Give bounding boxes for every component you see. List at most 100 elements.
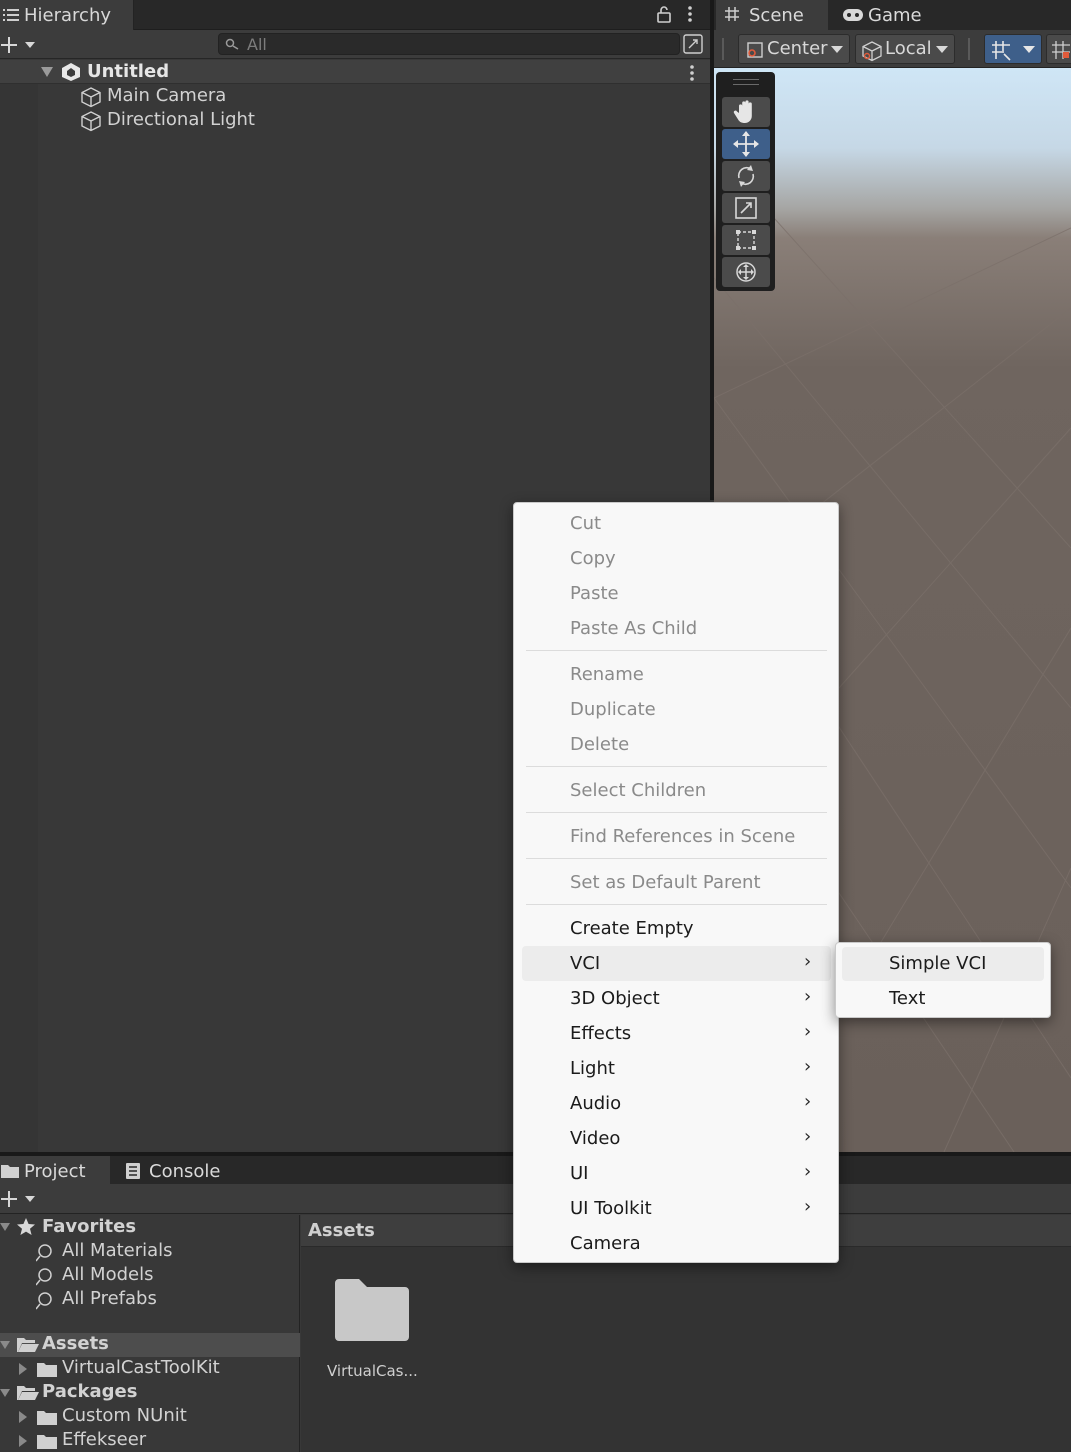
menu-item-ui[interactable]: UI	[570, 1163, 588, 1184]
expand-arrow-icon[interactable]	[18, 1363, 28, 1375]
chevron-right-icon: ›	[804, 1161, 812, 1182]
object-label: Main Camera	[107, 85, 227, 106]
list-item[interactable]: Effekseer	[18, 1429, 300, 1452]
list-item[interactable]: All Models	[36, 1264, 296, 1288]
pivot-rotation-dropdown[interactable]: Local	[855, 34, 955, 64]
menu-separator	[526, 766, 827, 767]
menu-separator	[526, 650, 827, 651]
tab-scene[interactable]: Scene	[716, 0, 828, 30]
tab-game[interactable]: Game	[836, 0, 936, 30]
menu-item-3d-object[interactable]: 3D Object	[570, 988, 660, 1009]
search-mode-icon[interactable]	[683, 34, 703, 54]
transform-tool-icon[interactable]	[722, 257, 770, 287]
favorite-label: All Materials	[62, 1240, 173, 1261]
asset-item[interactable]: VirtualCas...	[322, 1272, 422, 1384]
tab-console-label: Console	[149, 1161, 221, 1182]
assets-folder-row[interactable]: Assets	[0, 1333, 300, 1357]
submenu-item-simple-vci[interactable]: Simple VCI	[889, 953, 986, 974]
chevron-right-icon: ›	[804, 1056, 812, 1077]
search-icon	[225, 38, 241, 52]
scale-tool-icon[interactable]	[722, 193, 770, 223]
object-label: Directional Light	[107, 109, 255, 130]
tab-project[interactable]: Project	[0, 1156, 110, 1186]
tab-scene-label: Scene	[749, 5, 804, 26]
expand-arrow-icon[interactable]	[41, 66, 53, 78]
menu-item-set-default-parent[interactable]: Set as Default Parent	[570, 872, 761, 893]
packages-folder-row[interactable]: Packages	[0, 1381, 300, 1405]
list-item[interactable]: Directional Light	[80, 108, 710, 132]
list-item[interactable]: All Prefabs	[36, 1288, 296, 1312]
menu-item-duplicate[interactable]: Duplicate	[570, 699, 656, 720]
folder-label: Custom NUnit	[62, 1405, 187, 1426]
menu-item-light[interactable]: Light	[570, 1058, 615, 1079]
expand-arrow-icon[interactable]	[0, 1388, 10, 1398]
unity-scene-icon	[60, 62, 82, 82]
tab-hierarchy[interactable]: Hierarchy	[0, 0, 134, 30]
scene-more-icon[interactable]	[688, 64, 696, 82]
pivot-mode-label: Center	[767, 38, 828, 59]
more-options-icon[interactable]	[686, 5, 694, 23]
list-item[interactable]: All Materials	[36, 1240, 296, 1264]
grid-snapping-toggle[interactable]	[984, 34, 1042, 64]
create-asset-button[interactable]	[0, 1190, 38, 1208]
tab-console[interactable]: Console	[112, 1156, 242, 1186]
toolbar-grip[interactable]	[968, 38, 970, 60]
expand-arrow-icon[interactable]	[18, 1411, 28, 1423]
menu-item-paste[interactable]: Paste	[570, 583, 619, 604]
gamepad-icon	[843, 9, 863, 21]
chevron-right-icon: ›	[804, 1126, 812, 1147]
menu-item-audio[interactable]: Audio	[570, 1093, 621, 1114]
expand-arrow-icon[interactable]	[0, 1222, 10, 1232]
menu-item-video[interactable]: Video	[570, 1128, 620, 1149]
menu-item-ui-toolkit[interactable]: UI Toolkit	[570, 1198, 652, 1219]
move-tool-icon[interactable]	[722, 129, 770, 159]
star-icon	[16, 1218, 36, 1236]
menu-item-paste-as-child[interactable]: Paste As Child	[570, 618, 697, 639]
chevron-down-icon	[831, 46, 843, 54]
chevron-down-icon	[936, 46, 948, 54]
breadcrumb-assets[interactable]: Assets	[308, 1220, 375, 1241]
add-object-button[interactable]	[0, 36, 38, 54]
menu-item-camera[interactable]: Camera	[570, 1233, 641, 1254]
open-folder-icon	[17, 1385, 39, 1401]
tool-strip-grip[interactable]	[733, 79, 759, 85]
pivot-mode-dropdown[interactable]: Center	[738, 34, 850, 64]
list-item[interactable]: Custom NUnit	[18, 1405, 300, 1429]
vci-submenu: Simple VCI Text	[835, 942, 1051, 1018]
chevron-right-icon: ›	[804, 1021, 812, 1042]
rect-tool-icon[interactable]	[722, 225, 770, 255]
hierarchy-tab-label: Hierarchy	[24, 5, 112, 26]
menu-item-create-empty[interactable]: Create Empty	[570, 918, 694, 939]
expand-arrow-icon[interactable]	[18, 1435, 28, 1447]
menu-item-delete[interactable]: Delete	[570, 734, 629, 755]
context-menu: Cut Copy Paste Paste As Child Rename Dup…	[513, 502, 839, 1263]
open-folder-icon	[17, 1337, 39, 1353]
menu-item-select-children[interactable]: Select Children	[570, 780, 706, 801]
chevron-right-icon: ›	[804, 1091, 812, 1112]
list-item[interactable]: VirtualCastToolKit	[18, 1357, 300, 1381]
menu-item-cut[interactable]: Cut	[570, 513, 601, 534]
menu-item-copy[interactable]: Copy	[570, 548, 616, 569]
folder-icon	[37, 1362, 57, 1377]
menu-item-vci[interactable]: VCI	[570, 953, 600, 974]
gameobject-icon	[80, 110, 102, 132]
menu-item-rename[interactable]: Rename	[570, 664, 644, 685]
chevron-right-icon: ›	[804, 951, 812, 972]
search-icon	[36, 1291, 56, 1311]
expand-arrow-icon[interactable]	[0, 1340, 10, 1350]
favorites-label[interactable]: Favorites	[42, 1216, 136, 1237]
menu-item-effects[interactable]: Effects	[570, 1023, 631, 1044]
folder-icon	[37, 1410, 57, 1425]
pivot-rotation-label: Local	[885, 38, 932, 59]
toolbar-grip[interactable]	[722, 38, 724, 60]
hierarchy-search-input[interactable]: All	[218, 33, 680, 55]
rotate-tool-icon[interactable]	[722, 161, 770, 191]
hand-tool-icon[interactable]	[722, 97, 770, 127]
list-item[interactable]: Main Camera	[80, 84, 710, 108]
submenu-item-text[interactable]: Text	[889, 988, 925, 1009]
menu-item-find-references[interactable]: Find References in Scene	[570, 826, 795, 847]
increment-snap-button[interactable]	[1046, 34, 1071, 64]
lock-icon[interactable]	[656, 5, 672, 23]
tab-project-label: Project	[24, 1161, 86, 1182]
hash-icon	[724, 6, 740, 22]
